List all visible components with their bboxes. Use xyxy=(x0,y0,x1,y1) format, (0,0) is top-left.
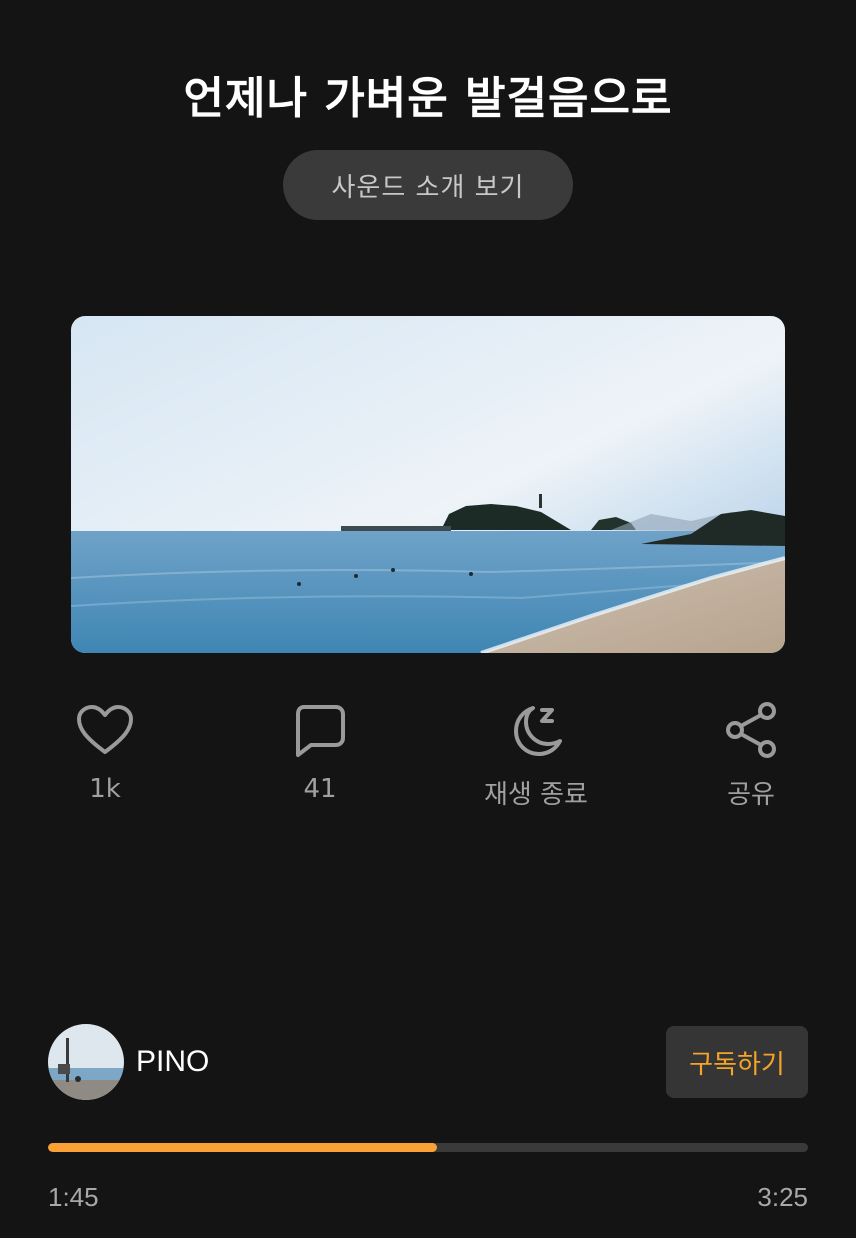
current-time: 1:45 xyxy=(48,1182,99,1212)
progress-bar[interactable] xyxy=(48,1143,808,1152)
action-bar: 1k 41 재생 종료 공유 xyxy=(0,700,856,820)
track-title: 언제나 가벼운 발걸음으로 xyxy=(183,73,673,124)
comment-count: 41 xyxy=(303,774,337,804)
share-button[interactable]: 공유 xyxy=(671,700,831,811)
like-count: 1k xyxy=(89,774,121,804)
total-time: 3:25 xyxy=(757,1182,808,1212)
progress-fill xyxy=(48,1143,438,1152)
comment-button[interactable]: 41 xyxy=(240,700,400,804)
sound-intro-button[interactable]: 사운드 소개 보기 xyxy=(283,150,573,220)
share-icon xyxy=(721,700,781,760)
moon-sleep-icon xyxy=(506,700,566,760)
sleep-timer-label: 재생 종료 xyxy=(484,780,588,810)
subscribe-button[interactable]: 구독하기 xyxy=(666,1026,808,1098)
share-label: 공유 xyxy=(727,780,775,810)
heart-icon xyxy=(75,700,135,760)
cover-image xyxy=(71,316,785,653)
artist-name[interactable]: PINO xyxy=(136,1045,209,1079)
like-button[interactable]: 1k xyxy=(25,700,185,804)
avatar[interactable] xyxy=(48,1024,124,1100)
artist-info[interactable]: PINO xyxy=(48,1024,209,1100)
comment-icon xyxy=(290,700,350,760)
sleep-timer-button[interactable]: 재생 종료 xyxy=(456,700,616,811)
